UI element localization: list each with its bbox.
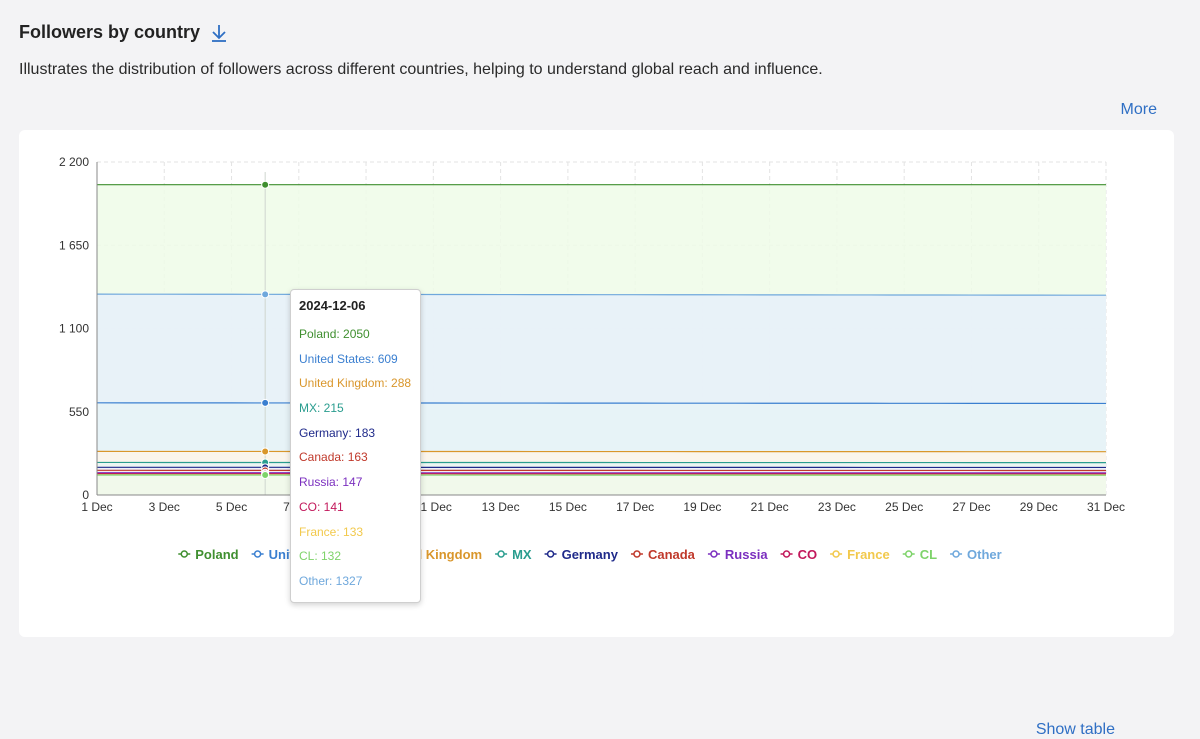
series-line — [97, 403, 1106, 404]
tooltip-row: Germany: 183 — [299, 421, 412, 446]
legend-marker-icon — [833, 551, 839, 557]
legend-item[interactable]: CO — [781, 547, 818, 562]
y-tick-label: 1 100 — [59, 322, 89, 336]
legend-marker-icon — [498, 551, 504, 557]
tooltip-row: MX: 215 — [299, 396, 412, 421]
x-tick-label: 13 Dec — [482, 500, 520, 514]
followers-area-chart: 05501 1001 6502 2001 Dec3 Dec5 Dec7 Dec9… — [19, 130, 1174, 637]
legend-label: Russia — [725, 547, 768, 562]
x-tick-label: 1 Dec — [81, 500, 112, 514]
x-tick-label: 17 Dec — [616, 500, 654, 514]
tooltip-row: Other: 1327 — [299, 569, 412, 594]
legend-item[interactable]: CL — [903, 547, 937, 562]
legend-label: Poland — [195, 547, 238, 562]
legend-label: CO — [798, 547, 818, 562]
legend-item[interactable]: France — [830, 547, 890, 562]
legend-marker-icon — [906, 551, 912, 557]
tooltip-rows: Poland: 2050United States: 609United Kin… — [299, 322, 412, 594]
x-tick-label: 25 Dec — [885, 500, 923, 514]
highlight-point — [262, 181, 269, 188]
legend-marker-icon — [711, 551, 717, 557]
series-area — [97, 475, 1106, 495]
legend-marker-icon — [784, 551, 790, 557]
legend-marker-icon — [181, 551, 187, 557]
y-tick-label: 550 — [69, 405, 89, 419]
y-tick-label: 2 200 — [59, 155, 89, 169]
page-title: Followers by country — [19, 22, 200, 43]
tooltip-row: France: 133 — [299, 520, 412, 545]
legend-item[interactable]: Canada — [631, 547, 696, 562]
x-tick-label: 23 Dec — [818, 500, 856, 514]
download-icon[interactable] — [210, 23, 228, 43]
legend-item[interactable]: Other — [950, 547, 1002, 562]
y-tick-label: 1 650 — [59, 238, 89, 252]
x-tick-label: 27 Dec — [952, 500, 990, 514]
legend-label: CL — [920, 547, 937, 562]
x-tick-label: 3 Dec — [149, 500, 180, 514]
highlight-point — [262, 472, 269, 479]
x-tick-label: 29 Dec — [1020, 500, 1058, 514]
tooltip-row: United States: 609 — [299, 347, 412, 372]
legend-label: MX — [512, 547, 532, 562]
legend-item[interactable]: Germany — [545, 547, 619, 562]
legend-marker-icon — [634, 551, 640, 557]
tooltip-row: Canada: 163 — [299, 445, 412, 470]
legend-label: Other — [967, 547, 1002, 562]
chart-header: Followers by country — [19, 22, 228, 43]
show-table-link[interactable]: Show table — [1036, 721, 1115, 739]
highlight-point — [262, 291, 269, 298]
x-tick-label: 21 Dec — [751, 500, 789, 514]
x-tick-label: 31 Dec — [1087, 500, 1125, 514]
legend-label: Germany — [562, 547, 619, 562]
tooltip-date: 2024-12-06 — [299, 298, 412, 313]
x-tick-label: 19 Dec — [683, 500, 721, 514]
chart-card: 05501 1001 6502 2001 Dec3 Dec5 Dec7 Dec9… — [19, 130, 1174, 637]
tooltip-row: Poland: 2050 — [299, 322, 412, 347]
legend-label: Canada — [648, 547, 696, 562]
legend-item[interactable]: Russia — [708, 547, 768, 562]
x-tick-label: 5 Dec — [216, 500, 247, 514]
legend-item[interactable]: MX — [495, 547, 532, 562]
x-tick-label: 15 Dec — [549, 500, 587, 514]
legend-item[interactable]: Poland — [178, 547, 238, 562]
highlight-point — [262, 448, 269, 455]
legend-marker-icon — [255, 551, 261, 557]
tooltip-row: CL: 132 — [299, 544, 412, 569]
legend-label: France — [847, 547, 890, 562]
legend-marker-icon — [548, 551, 554, 557]
chart-description: Illustrates the distribution of follower… — [19, 61, 823, 79]
tooltip-row: CO: 141 — [299, 495, 412, 520]
legend-marker-icon — [953, 551, 959, 557]
highlight-point — [262, 399, 269, 406]
chart-tooltip: 2024-12-06 Poland: 2050United States: 60… — [290, 289, 421, 603]
more-link[interactable]: More — [1121, 101, 1157, 119]
tooltip-row: United Kingdom: 288 — [299, 371, 412, 396]
tooltip-row: Russia: 147 — [299, 470, 412, 495]
